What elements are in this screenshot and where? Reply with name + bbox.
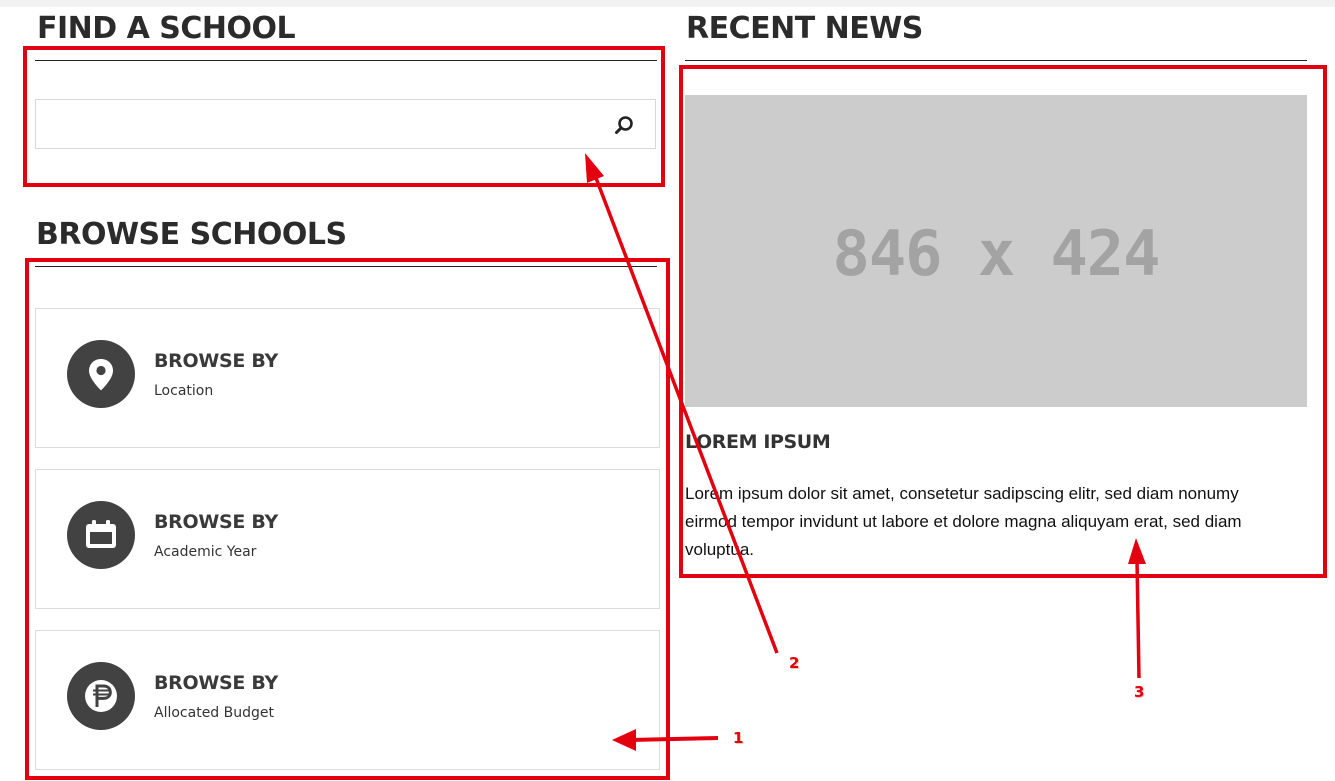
news-article-body: Lorem ipsum dolor sit amet, consetetur s… [685,484,1242,559]
browse-by-location-card[interactable]: BROWSE BY Location [35,308,660,448]
card-subtitle: Allocated Budget [154,705,274,721]
news-image-placeholder[interactable]: 846 x 424 [685,95,1307,407]
annotation-label-1: 1 [733,729,744,747]
top-bar-strip [0,0,1335,7]
search-icon[interactable] [613,114,635,136]
image-size-label: 846 x 424 [832,217,1161,290]
school-search-input[interactable] [36,100,620,148]
annotation-label-3: 3 [1134,683,1145,701]
school-search-box [35,99,656,149]
browse-schools-heading: BROWSE SCHOOLS [36,217,347,252]
find-school-divider [35,60,657,61]
browse-schools-divider [35,266,657,267]
map-pin-icon [67,340,135,408]
card-title: BROWSE BY [154,350,279,372]
card-title: BROWSE BY [154,672,279,694]
annotation-label-2: 2 [789,654,800,672]
recent-news-divider [685,60,1307,61]
browse-by-allocated-budget-card[interactable]: BROWSE BY Allocated Budget [35,630,660,770]
news-article-title[interactable]: LOREM IPSUM [685,431,831,453]
card-subtitle: Academic Year [154,544,257,560]
card-subtitle: Location [154,383,214,399]
calendar-icon [67,501,135,569]
recent-news-heading: RECENT NEWS [686,11,923,46]
find-school-heading: FIND A SCHOOL [37,11,296,46]
peso-icon [67,662,135,730]
card-title: BROWSE BY [154,511,279,533]
browse-by-academic-year-card[interactable]: BROWSE BY Academic Year [35,469,660,609]
